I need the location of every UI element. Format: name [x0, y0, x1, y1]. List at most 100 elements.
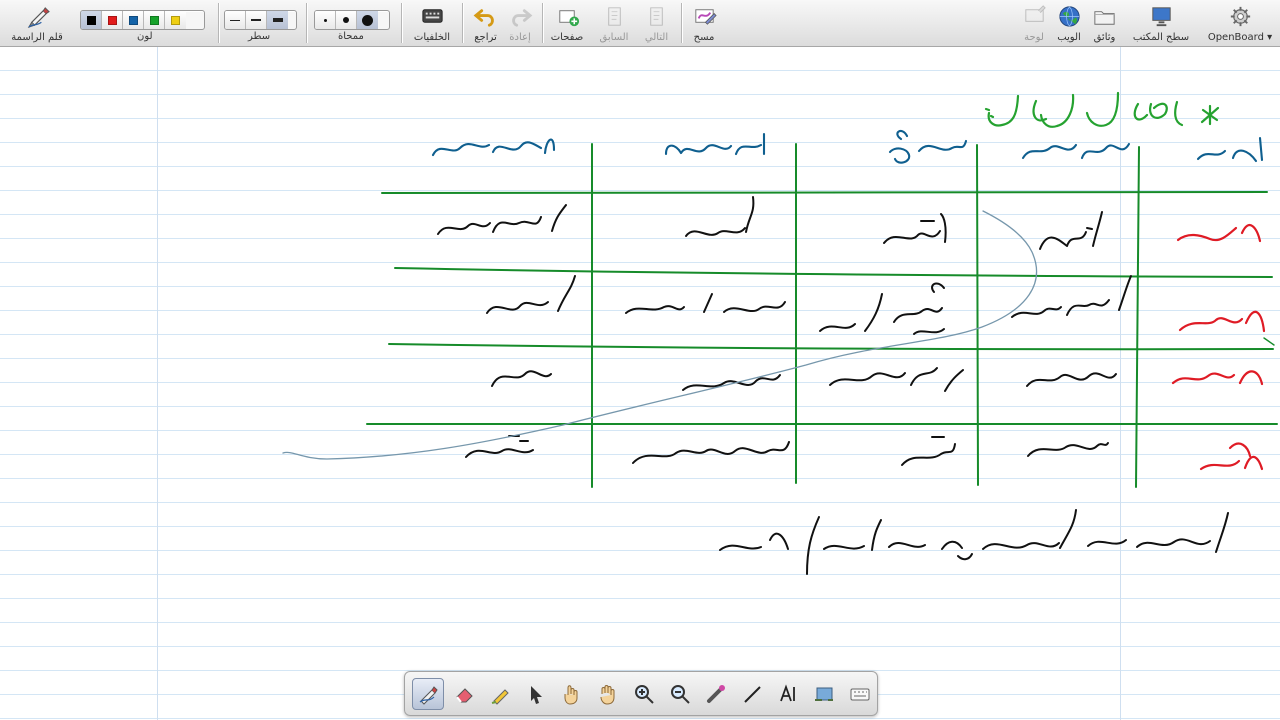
pages-button[interactable]: صفحات — [547, 0, 587, 46]
eraser-label: ممحاة — [338, 31, 364, 42]
capture-tool-icon — [815, 687, 833, 701]
medium-line-option[interactable] — [246, 11, 267, 29]
highlighter-tool-button[interactable] — [484, 678, 516, 710]
clear-button[interactable]: مسح — [686, 0, 722, 46]
documents-mode-button[interactable]: وثائق — [1087, 0, 1122, 46]
small-table-tail-ink — [1263, 337, 1275, 346]
openboard-menu-button[interactable]: OpenBoard ▾ — [1202, 0, 1278, 46]
bottom-tool-dock — [404, 671, 878, 716]
pan-hand-icon — [600, 684, 615, 705]
whiteboard-canvas[interactable] — [0, 47, 1280, 720]
toolbar-divider — [681, 3, 682, 43]
clear-icon — [694, 9, 717, 25]
zoom-out-button[interactable] — [664, 678, 696, 710]
black-color-option[interactable] — [81, 11, 102, 29]
table-grid — [366, 143, 1278, 488]
medium-line-sample — [251, 19, 261, 21]
blue-color-option[interactable] — [123, 11, 144, 29]
board-label: لوحة — [1024, 32, 1044, 43]
laser-pointer-icon — [707, 684, 725, 703]
thick-line-option[interactable] — [267, 11, 288, 29]
small-eraser-dot — [323, 18, 327, 22]
previous-page-button[interactable]: السابق — [594, 0, 634, 46]
line-width-selector — [224, 10, 297, 30]
pen-tool-button[interactable] — [412, 677, 444, 710]
next-page-label: التالي — [644, 32, 669, 43]
eraser-size-selector — [314, 10, 390, 30]
laser-pointer-button[interactable] — [700, 678, 732, 710]
thin-line-option[interactable] — [225, 11, 246, 29]
small-eraser-option[interactable] — [315, 11, 336, 29]
connector-curve-ink — [282, 210, 1038, 460]
green-color-option[interactable] — [144, 11, 165, 29]
red-color-swatch — [107, 15, 117, 25]
exercise-title-ink — [984, 91, 1220, 128]
eraser-tool-icon — [456, 687, 473, 703]
green-color-swatch — [149, 15, 159, 25]
undo-label: تراجع — [474, 32, 497, 43]
text-tool-button[interactable] — [772, 678, 804, 710]
virtual-keyboard-button[interactable] — [844, 678, 876, 710]
marker-pen-label: قلم الراسمة — [11, 32, 63, 43]
capture-tool-button[interactable] — [808, 678, 840, 710]
selection-arrow-icon — [531, 685, 542, 704]
interact-tool-button[interactable] — [556, 678, 588, 710]
desktop-mode-button[interactable]: سطح المكتب — [1124, 0, 1198, 46]
eraser-tool-button[interactable] — [448, 678, 480, 710]
text-tool-icon — [780, 683, 795, 701]
openboard-name: OpenBoard — [1207, 32, 1264, 43]
toolbar-divider — [401, 3, 402, 43]
undo-button[interactable]: تراجع — [468, 0, 503, 46]
previous-page-icon — [607, 7, 621, 26]
toolbar-divider — [218, 3, 219, 43]
black-color-swatch — [86, 15, 96, 25]
background-label: الخلفيات — [413, 32, 451, 43]
zoom-in-button[interactable] — [628, 678, 660, 710]
previous-page-label: السابق — [599, 32, 629, 43]
pan-tool-button[interactable] — [592, 678, 624, 710]
openboard-label: OpenBoard ▾ — [1208, 32, 1272, 44]
zoom-out-icon — [671, 684, 690, 704]
header-ink — [431, 129, 1264, 164]
web-mode-button[interactable]: الويب — [1051, 0, 1087, 46]
line-tool-button[interactable] — [736, 678, 768, 710]
blue-color-swatch — [128, 15, 138, 25]
highlighter-tool-icon — [491, 688, 509, 705]
line-label: سطر — [248, 31, 271, 42]
large-eraser-dot — [362, 14, 373, 26]
red-color-option[interactable] — [102, 11, 123, 29]
board-mode-button[interactable]: لوحة — [1017, 0, 1051, 46]
selection-tool-button[interactable] — [520, 678, 552, 710]
yellow-color-swatch — [171, 15, 180, 25]
desktop-icon — [1151, 7, 1171, 27]
web-label: الويب — [1057, 32, 1081, 43]
animal-name-ink — [1171, 223, 1266, 471]
undo-icon — [473, 9, 494, 27]
next-page-button[interactable]: التالي — [637, 0, 676, 46]
thick-line-sample — [272, 18, 283, 22]
yellow-color-option[interactable] — [165, 11, 186, 29]
clear-label: مسح — [693, 32, 715, 43]
toolbar-divider — [542, 3, 543, 43]
redo-label: إعادة — [509, 32, 531, 43]
documents-folder-icon — [1094, 11, 1115, 25]
redo-button[interactable]: إعادة — [503, 0, 537, 46]
marker-pen-icon — [27, 7, 50, 28]
chevron-down-icon: ▾ — [1267, 32, 1273, 43]
add-page-icon — [558, 10, 579, 27]
next-page-icon — [650, 7, 663, 26]
background-button[interactable]: الخلفيات — [407, 0, 457, 46]
toolbar-divider — [306, 3, 307, 43]
openboard-window: قلم الراسمة لون سطر ممحاة الخلفيات تراجع… — [0, 0, 1280, 720]
keyboard-background-icon — [421, 9, 443, 23]
line-tool-icon — [744, 685, 761, 703]
desktop-label: سطح المكتب — [1132, 32, 1190, 43]
virtual-keyboard-icon — [850, 688, 870, 700]
medium-eraser-option[interactable] — [336, 11, 357, 29]
large-eraser-option[interactable] — [357, 11, 378, 29]
marker-pen-tool[interactable]: قلم الراسمة — [4, 0, 70, 46]
zoom-in-icon — [635, 684, 654, 704]
top-toolbar: قلم الراسمة لون سطر ممحاة الخلفيات تراجع… — [0, 0, 1280, 47]
settings-gear-icon — [1230, 6, 1250, 27]
medium-eraser-dot — [343, 17, 349, 23]
